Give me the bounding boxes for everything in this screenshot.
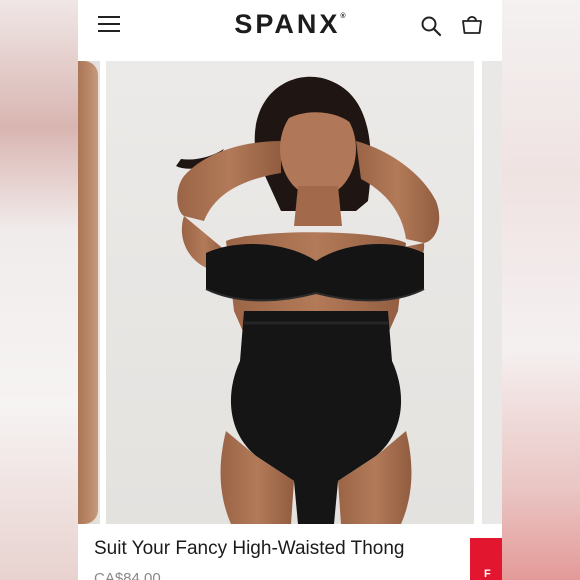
- previous-slide-peek[interactable]: [78, 61, 100, 524]
- registered-mark: ®: [340, 13, 346, 20]
- product-image[interactable]: [106, 61, 474, 524]
- previous-slide-image: [78, 61, 98, 524]
- mobile-page: SPANX® Suit Your Fancy High-Waisted Thon…: [78, 0, 502, 580]
- screen: SPANX® Suit Your Fancy High-Waisted Thon…: [0, 0, 580, 580]
- blurred-background-left: [0, 0, 78, 580]
- site-header: SPANX®: [78, 0, 502, 56]
- shopping-bag-icon[interactable]: [460, 12, 484, 36]
- promo-tab[interactable]: F: [470, 538, 502, 580]
- promo-tab-label: F: [484, 568, 491, 580]
- model-photo: [106, 61, 474, 524]
- brand-name: SPANX: [234, 9, 341, 39]
- product-info: Suit Your Fancy High-Waisted Thong CA$84…: [78, 530, 502, 580]
- next-slide-peek[interactable]: [482, 61, 502, 524]
- product-image-carousel[interactable]: [78, 61, 502, 524]
- product-price: CA$84.00: [94, 570, 161, 580]
- product-title[interactable]: Suit Your Fancy High-Waisted Thong: [94, 538, 405, 560]
- search-icon[interactable]: [420, 15, 442, 37]
- blurred-background-right: [502, 0, 580, 580]
